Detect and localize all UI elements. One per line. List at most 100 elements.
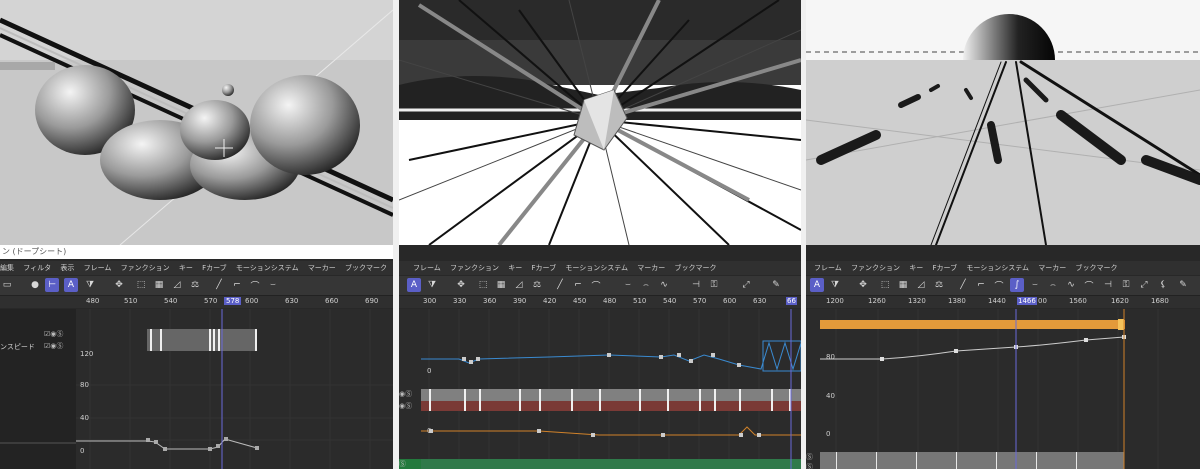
clamp-icon[interactable]: ⊣ <box>1101 278 1115 292</box>
calendar-icon[interactable]: ▦ <box>152 278 166 292</box>
menu-item-bookmark[interactable]: ブックマーク <box>345 261 387 275</box>
step-icon[interactable]: ⌐ <box>974 278 988 292</box>
linear-icon[interactable]: ╱ <box>956 278 970 292</box>
menu-item-key[interactable]: キー <box>508 261 522 275</box>
filter-icon[interactable]: ⧩ <box>828 278 842 292</box>
menu-item-fcurve[interactable]: Fカーブ <box>202 261 227 275</box>
curve-icon[interactable]: ⌒ <box>1082 278 1096 292</box>
filter-icon[interactable]: ⧩ <box>425 278 439 292</box>
linear-icon[interactable]: ╱ <box>553 278 567 292</box>
fcurve-graph[interactable]: ☑◉Ⓢ ☑◉Ⓢ ンスピード 120 80 40 0 <box>0 309 393 469</box>
tangent-icon[interactable]: ⤢ <box>739 278 753 292</box>
menu-item-key[interactable]: キー <box>909 261 923 275</box>
menu-item-edit[interactable]: 編集 <box>0 261 14 275</box>
frame-icon[interactable]: ▭ <box>0 278 14 292</box>
scale-icon[interactable]: ◿ <box>914 278 928 292</box>
menu-item-function[interactable]: ファンクション <box>450 261 499 275</box>
menu-item-function[interactable]: ファンクション <box>851 261 900 275</box>
text-a-icon[interactable]: A <box>64 278 78 292</box>
calendar-icon[interactable]: ▦ <box>494 278 508 292</box>
menu-item-motion-system[interactable]: モーションシステム <box>565 261 628 275</box>
ruler-tick: 420 <box>543 297 557 305</box>
menu-item-marker[interactable]: マーカー <box>1038 261 1066 275</box>
step-icon[interactable]: ⌐ <box>571 278 585 292</box>
ease-out-icon[interactable]: ⌣ <box>621 278 635 292</box>
tangent-icon[interactable]: ⤢ <box>1137 278 1151 292</box>
key-icon[interactable]: ⚿ <box>707 278 721 292</box>
clamp-icon[interactable]: ⊣ <box>689 278 703 292</box>
frame-ruler[interactable]: 300 330 360 390 420 450 480 510 540 570 … <box>399 296 801 308</box>
ruler-tick: 1200 <box>826 297 844 305</box>
calendar-icon[interactable]: ▦ <box>896 278 910 292</box>
ease-in-icon[interactable]: ⌢ <box>1046 278 1060 292</box>
move-icon[interactable]: ✥ <box>112 278 126 292</box>
weight-icon[interactable]: ⚖ <box>530 278 544 292</box>
visibility-toggle-icon[interactable]: ◉Ⓢ <box>399 401 412 411</box>
frame-ruler[interactable]: 480 510 540 570 600 630 660 690 578 <box>0 296 393 308</box>
menubar: 編集 フィルタ 表示 フレーム ファンクション キー Fカーブ モーションシステ… <box>0 261 393 275</box>
ease-icon[interactable]: ⌒ <box>992 278 1006 292</box>
current-frame-indicator[interactable]: 66 <box>786 297 797 305</box>
ruler-tick: 600 <box>245 297 259 305</box>
menu-item-fcurve[interactable]: Fカーブ <box>933 261 958 275</box>
spline-icon[interactable]: ∿ <box>1064 278 1078 292</box>
menu-item-marker[interactable]: マーカー <box>637 261 665 275</box>
menu-item-filter[interactable]: フィルタ <box>23 261 51 275</box>
menu-item-motion-system[interactable]: モーションシステム <box>966 261 1029 275</box>
visibility-toggle-icon[interactable]: Ⓢ <box>399 459 406 469</box>
frame-ruler[interactable]: 1200 1260 1320 1380 1440 1466 00 1560 16… <box>806 296 1200 308</box>
current-frame-indicator[interactable]: 1466 <box>1017 297 1037 305</box>
menu-item-bookmark[interactable]: ブックマーク <box>1075 261 1117 275</box>
track-label[interactable]: ンスピード <box>0 342 35 352</box>
lock-icon[interactable]: ⚿ <box>1119 278 1133 292</box>
menu-item-frame[interactable]: フレーム <box>84 261 112 275</box>
menu-item-marker[interactable]: マーカー <box>308 261 336 275</box>
visibility-toggle-icon[interactable]: ☑◉Ⓢ <box>44 329 63 339</box>
step-icon[interactable]: ⌐ <box>230 278 244 292</box>
filter-icon[interactable]: ⧩ <box>83 278 97 292</box>
menu-item-view[interactable]: 表示 <box>60 261 74 275</box>
viewport-blob[interactable] <box>0 0 393 245</box>
current-frame-indicator[interactable]: 578 <box>224 297 242 305</box>
visibility-toggle-icon[interactable]: Ⓢ <box>806 462 813 469</box>
menu-item-function[interactable]: ファンクション <box>121 261 170 275</box>
text-a-icon[interactable]: A <box>407 278 421 292</box>
weight-icon[interactable]: ⚖ <box>188 278 202 292</box>
ease-icon[interactable]: ⌒ <box>589 278 603 292</box>
ease-in-icon[interactable]: ⌢ <box>639 278 653 292</box>
viewport-spikes[interactable] <box>399 0 801 245</box>
move-icon[interactable]: ✥ <box>856 278 870 292</box>
scale-icon[interactable]: ◿ <box>170 278 184 292</box>
menu-item-frame[interactable]: フレーム <box>814 261 842 275</box>
menu-item-key[interactable]: キー <box>179 261 193 275</box>
sphere-icon[interactable]: ● <box>28 278 42 292</box>
visibility-toggle-icon[interactable]: Ⓢ <box>806 452 813 462</box>
linear-icon[interactable]: ╱ <box>212 278 226 292</box>
move-icon[interactable]: ✥ <box>454 278 468 292</box>
fit-icon[interactable]: ⬚ <box>134 278 148 292</box>
menu-item-fcurve[interactable]: Fカーブ <box>532 261 557 275</box>
fit-icon[interactable]: ⬚ <box>878 278 892 292</box>
menu-item-frame[interactable]: フレーム <box>413 261 441 275</box>
spline-active-icon[interactable]: ∫ <box>1010 278 1024 292</box>
hierarchy-icon[interactable]: ⊢ <box>45 278 59 292</box>
visibility-toggle-icon[interactable]: ☑◉Ⓢ <box>44 341 63 351</box>
weight-icon[interactable]: ⚖ <box>932 278 946 292</box>
fit-icon[interactable]: ⬚ <box>476 278 490 292</box>
ruler-tick: 480 <box>86 297 100 305</box>
brush-icon[interactable]: ✎ <box>1176 278 1190 292</box>
visibility-toggle-icon[interactable]: ◉Ⓢ <box>399 389 412 399</box>
fcurve-graph[interactable]: 0 0 ◉Ⓢ ◉Ⓢ Ⓢ <box>399 309 801 469</box>
ease-out-icon[interactable]: ⌣ <box>1028 278 1042 292</box>
viewport-dome[interactable] <box>806 0 1200 245</box>
ease-icon[interactable]: ⌒ <box>248 278 262 292</box>
brush-icon[interactable]: ✎ <box>769 278 783 292</box>
scale-icon[interactable]: ◿ <box>512 278 526 292</box>
menu-item-bookmark[interactable]: ブックマーク <box>674 261 716 275</box>
ease-out-icon[interactable]: ⌣ <box>266 278 280 292</box>
text-a-icon[interactable]: A <box>810 278 824 292</box>
spline-icon[interactable]: ∿ <box>657 278 671 292</box>
menu-item-motion-system[interactable]: モーションシステム <box>236 261 299 275</box>
break-icon[interactable]: ⚸ <box>1156 278 1170 292</box>
fcurve-graph[interactable]: 80 40 0 Ⓢ Ⓢ <box>806 309 1200 469</box>
